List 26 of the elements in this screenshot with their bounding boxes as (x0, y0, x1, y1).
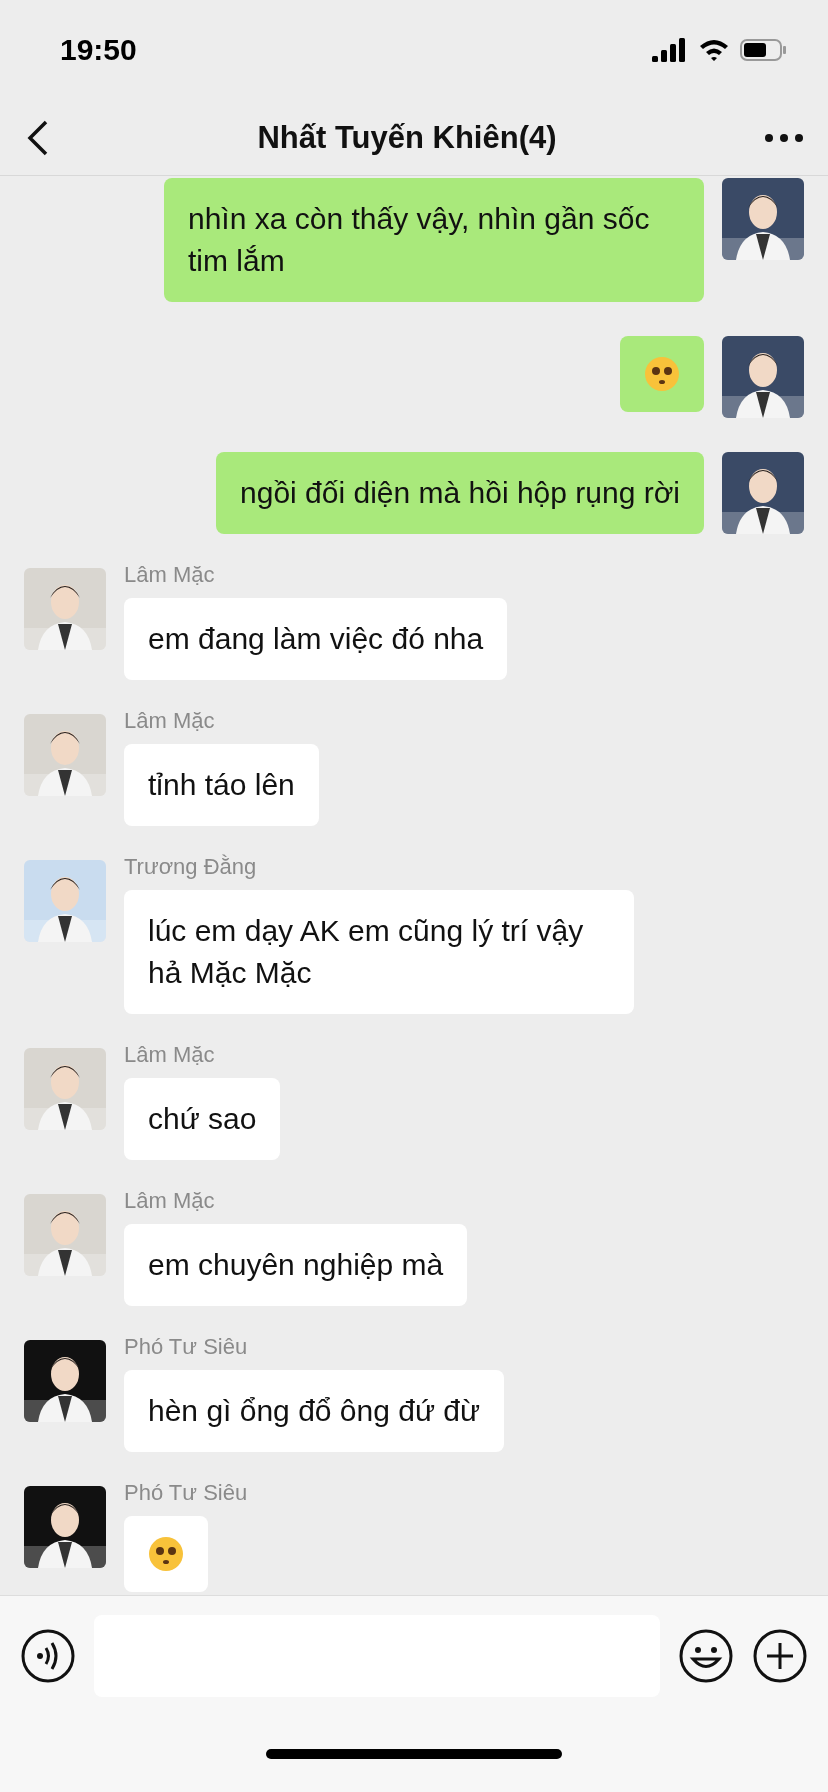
message-bubble: ngồi đối diện mà hồi hộp rụng rời (216, 452, 704, 534)
emoji-face-icon (146, 1534, 186, 1574)
wifi-icon (698, 38, 730, 62)
sender-name: Phó Tư Siêu (124, 1480, 248, 1506)
plus-icon[interactable] (752, 1628, 808, 1684)
sender-name: Trương Đằng (124, 854, 257, 880)
chat-title: Nhất Tuyến Khiên(4) (257, 119, 557, 156)
status-time: 19:50 (60, 33, 137, 67)
message-bubble: em chuyên nghiệp mà (124, 1224, 468, 1306)
message-bubble: em đang làm việc đó nha (124, 598, 508, 680)
message-bubble: hèn gì ổng đổ ông đứ đừ (124, 1370, 505, 1452)
sender-name: Lâm Mặc (124, 1042, 215, 1068)
sender-name: Lâm Mặc (124, 1188, 215, 1214)
emoji-icon[interactable] (678, 1628, 734, 1684)
more-icon[interactable] (764, 132, 804, 143)
message-bubble: chứ sao (124, 1078, 281, 1160)
message-bubble: lúc em dạy AK em cũng lý trí vậy hả Mặc Mặc (124, 890, 634, 1014)
voice-icon[interactable] (20, 1628, 76, 1684)
battery-icon (740, 38, 788, 62)
sender-name: Phó Tư Siêu (124, 1334, 248, 1360)
sender-name: Lâm Mặc (124, 708, 215, 734)
sender-name: Lâm Mặc (124, 562, 215, 588)
message-bubble: tỉnh táo lên (124, 744, 319, 826)
message-bubble: nhìn xa còn thấy vậy, nhìn gần sốc tim lắm (164, 178, 704, 302)
emoji-face-icon (642, 354, 682, 394)
signal-icon (652, 38, 688, 62)
